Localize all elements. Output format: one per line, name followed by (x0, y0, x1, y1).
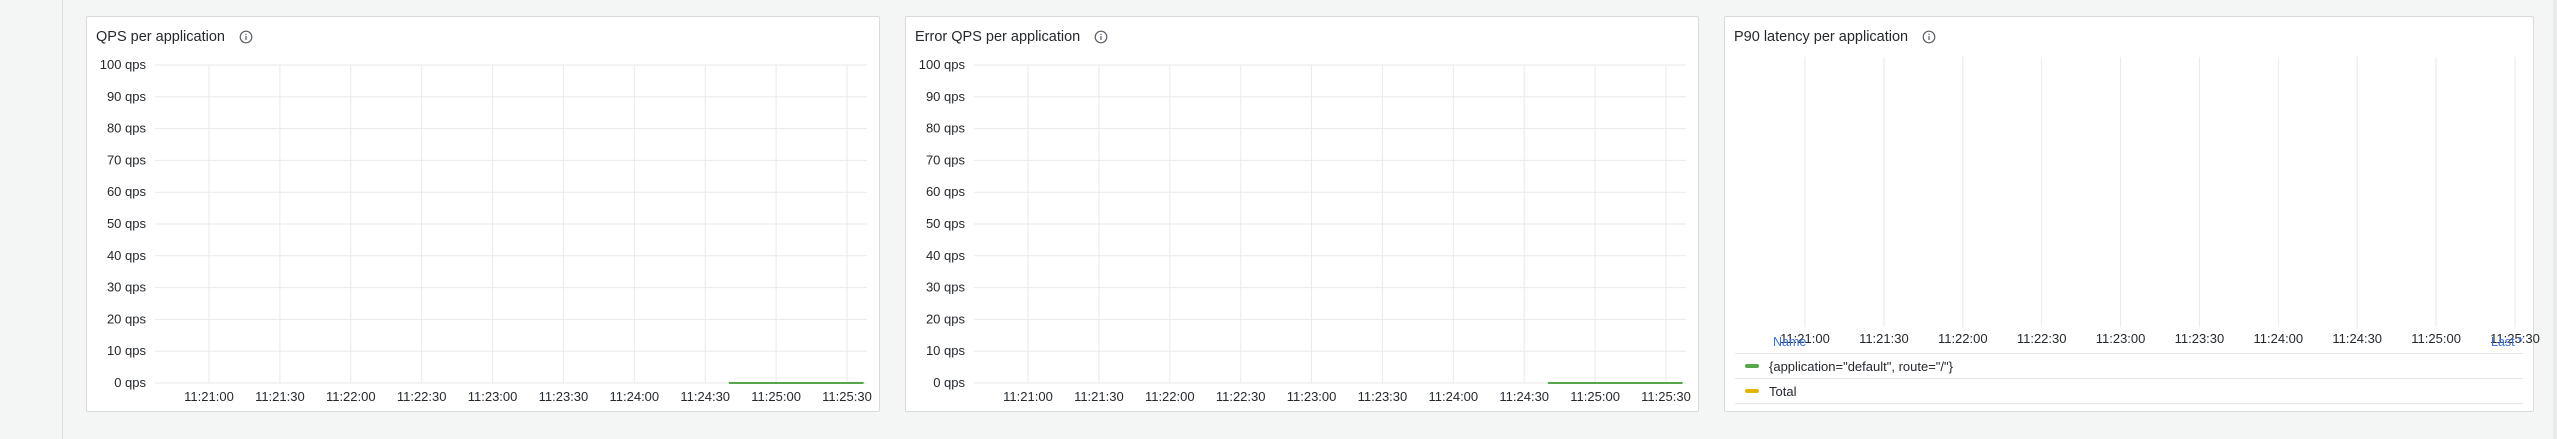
y-tick-label: 60 qps (107, 184, 147, 199)
legend-row[interactable]: {application="default", route="/"} (1735, 353, 2523, 378)
x-tick-label: 11:24:30 (680, 389, 730, 404)
y-tick-label: 100 qps (100, 57, 147, 72)
series-color-swatch (1745, 389, 1759, 393)
y-tick-label: 40 qps (926, 248, 966, 263)
y-tick-label: 10 qps (107, 343, 147, 358)
x-tick-label: 11:22:30 (397, 389, 447, 404)
panel-qps-per-application: QPS per application 100 qps 90 qps 80 qps 7… (86, 16, 880, 412)
y-tick-label: 80 qps (926, 121, 966, 136)
left-rail (0, 0, 63, 439)
x-tick-label: 11:22:30 (1216, 389, 1266, 404)
x-tick-label: 11:23:00 (1287, 389, 1337, 404)
panel-p90-latency-per-application: P90 latency per application 11:21:00 11:2… (1724, 16, 2540, 412)
y-tick-label: 90 qps (926, 89, 966, 104)
y-tick-label: 90 qps (107, 89, 147, 104)
y-tick-label: 50 qps (107, 216, 147, 231)
x-tick-label: 11:25:00 (1570, 389, 1620, 404)
y-tick-label: 20 qps (926, 311, 966, 326)
legend-series-label[interactable]: {application="default", route="/"} (1769, 359, 1953, 374)
y-tick-label: 0 qps (114, 375, 146, 390)
x-tick-label: 11:21:30 (1074, 389, 1124, 404)
y-tick-label: 30 qps (926, 280, 966, 295)
legend-header: Name Last * (1735, 335, 2523, 353)
x-tick-label: 11:21:00 (184, 389, 234, 404)
y-tick-label: 40 qps (107, 248, 147, 263)
x-tick-label: 11:24:30 (1499, 389, 1549, 404)
x-tick-label: 11:21:00 (1003, 389, 1053, 404)
x-tick-label: 11:25:30 (1641, 389, 1691, 404)
x-tick-label: 11:25:30 (822, 389, 872, 404)
x-tick-label: 11:21:30 (255, 389, 305, 404)
panel-error-qps-per-application: Error QPS per application 100 qps 90 qps 8… (905, 16, 1699, 412)
x-tick-label: 11:24:00 (1429, 389, 1479, 404)
y-tick-label: 60 qps (926, 184, 966, 199)
x-tick-label: 11:23:30 (1358, 389, 1408, 404)
legend-table: Name Last * {application="default", rout… (1735, 335, 2523, 404)
y-tick-label: 30 qps (107, 280, 147, 295)
y-tick-label: 20 qps (107, 311, 147, 326)
x-tick-label: 11:22:00 (326, 389, 376, 404)
x-tick-label: 11:25:00 (751, 389, 801, 404)
x-tick-label: 11:23:00 (468, 389, 518, 404)
legend-name-header[interactable]: Name (1773, 335, 1806, 349)
x-tick-label: 11:24:00 (610, 389, 660, 404)
error-qps-chart[interactable]: 100 qps 90 qps 80 qps 70 qps 60 qps 50 qps 40 … (906, 17, 1700, 413)
series-color-swatch (1745, 364, 1759, 368)
x-tick-label: 11:23:30 (539, 389, 589, 404)
y-tick-label: 10 qps (926, 343, 966, 358)
x-tick-label: 11:22:00 (1145, 389, 1195, 404)
y-tick-label: 70 qps (107, 152, 147, 167)
scrollbar[interactable] (2553, 0, 2557, 439)
qps-chart[interactable]: 100 qps 90 qps 80 qps 70 qps 60 qps 50 qps 40 … (87, 17, 881, 413)
y-tick-label: 0 qps (933, 375, 965, 390)
legend-series-label[interactable]: Total (1769, 384, 1796, 399)
legend-last-header[interactable]: Last * (2491, 335, 2523, 349)
y-tick-label: 80 qps (107, 121, 147, 136)
y-tick-label: 70 qps (926, 152, 966, 167)
legend-row[interactable]: Total (1735, 378, 2523, 404)
y-tick-label: 50 qps (926, 216, 966, 231)
y-tick-label: 100 qps (919, 57, 966, 72)
